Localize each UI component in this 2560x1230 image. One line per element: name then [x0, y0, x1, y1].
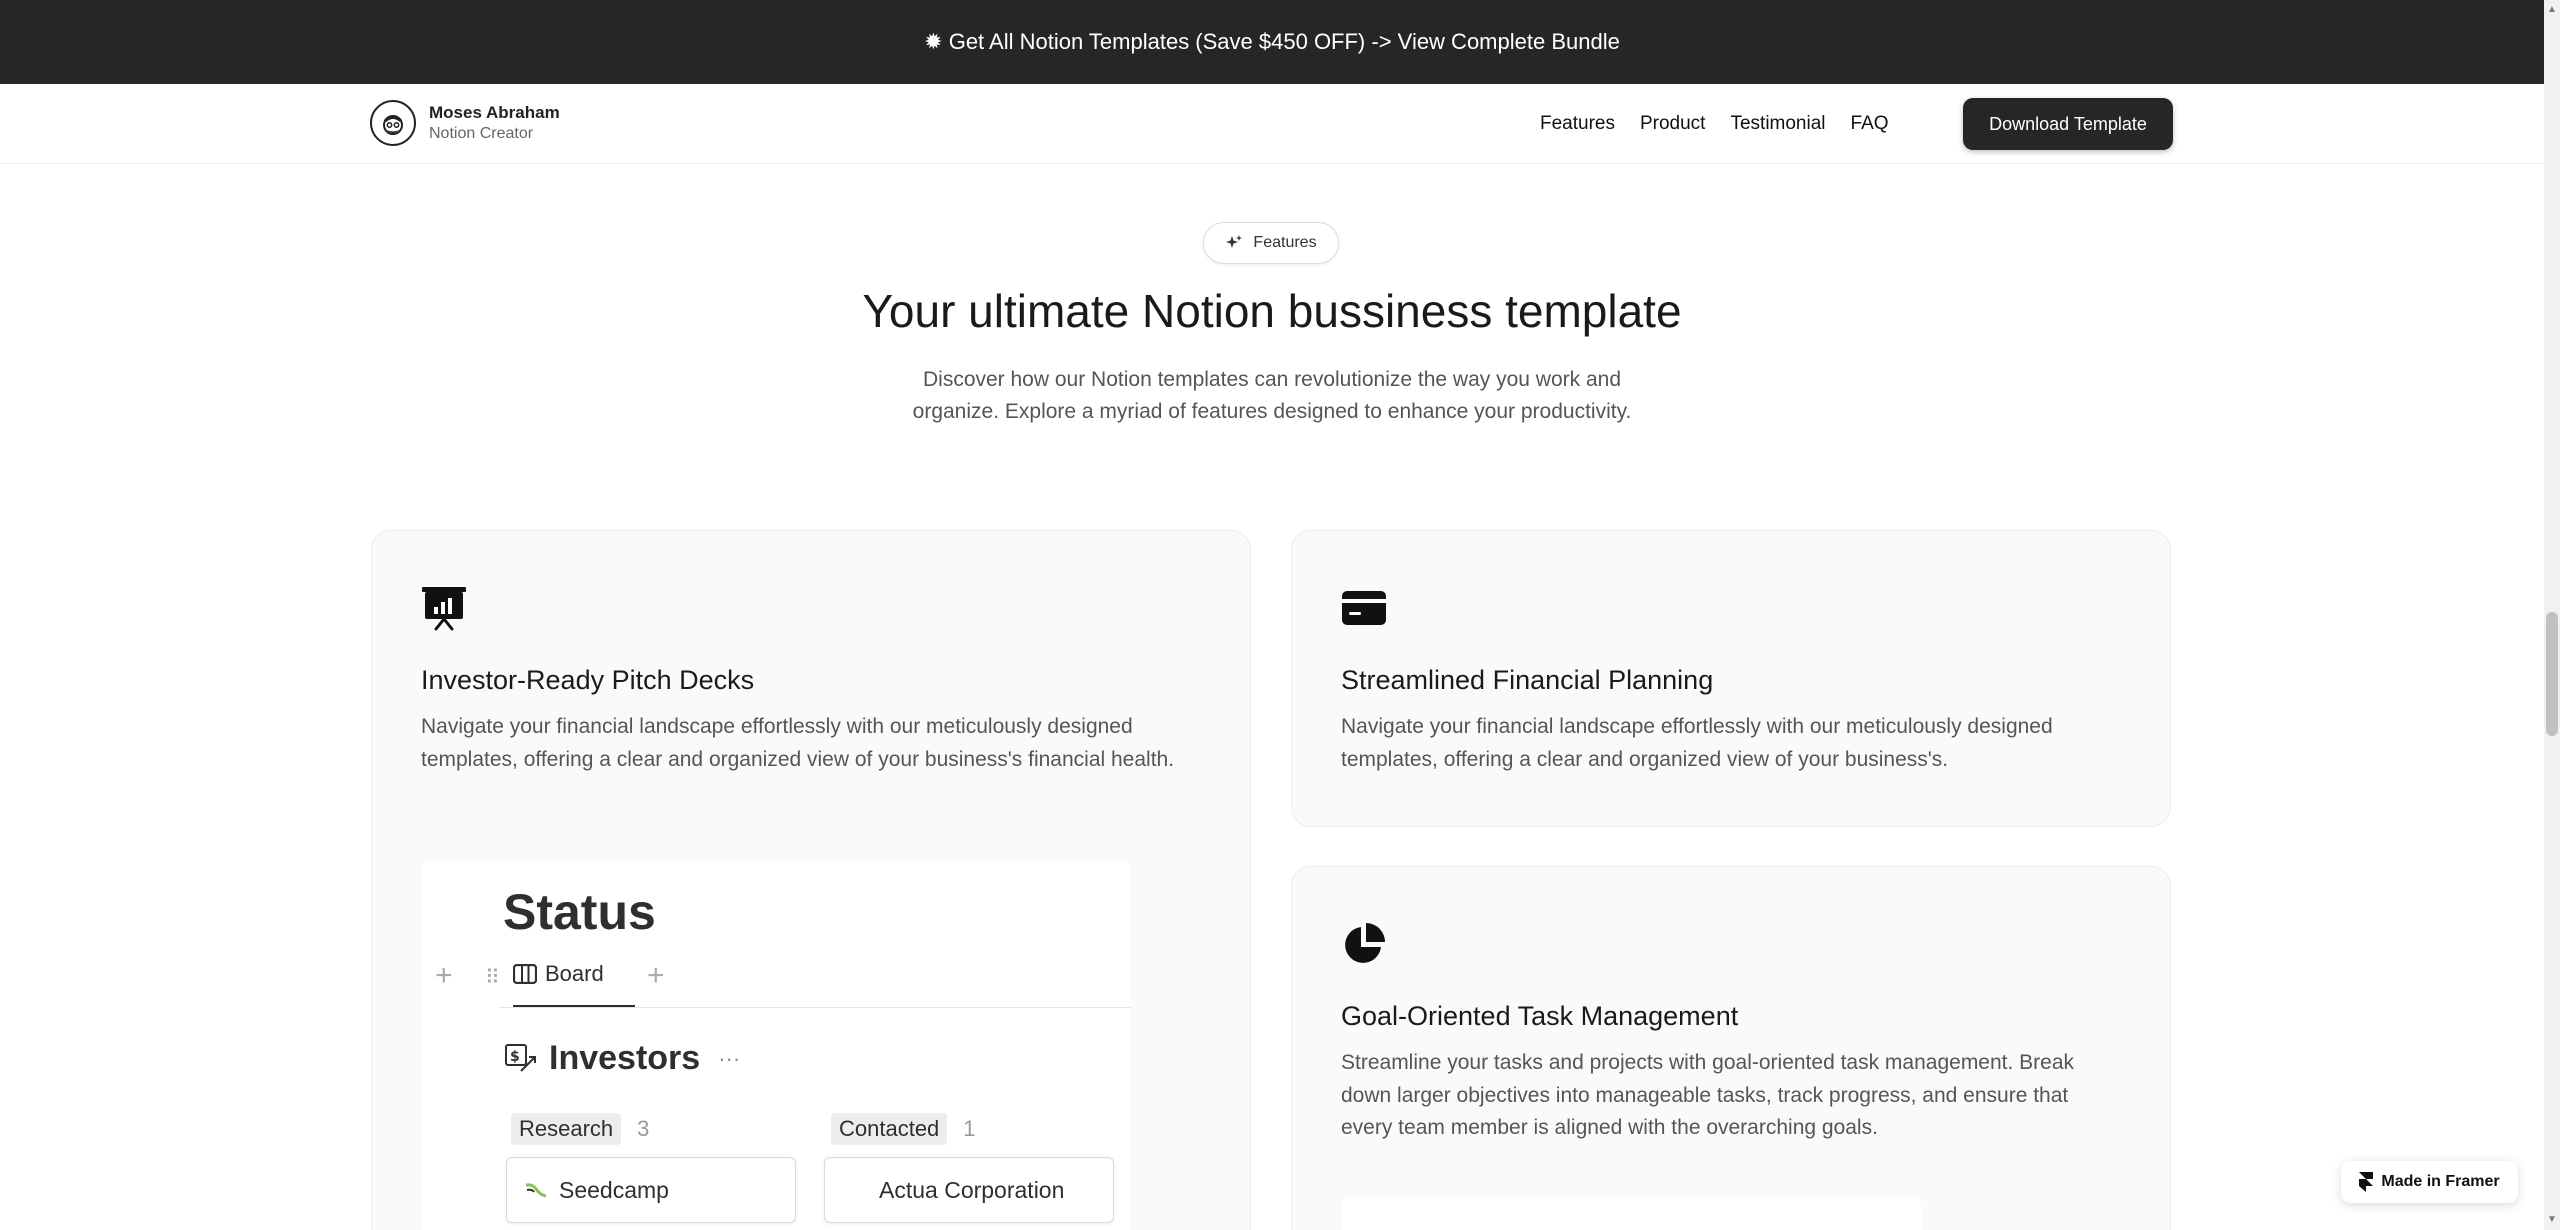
board-column-contacted: Contacted 1 — [831, 1113, 976, 1145]
badge-text: Made in Framer — [2381, 1173, 2500, 1190]
nav-link-testimonial[interactable]: Testimonial — [1730, 113, 1825, 135]
preview-page-title: Status — [503, 884, 656, 940]
sparkles-icon — [1226, 235, 1243, 248]
column-label: Contacted — [831, 1113, 948, 1145]
nav-link-product[interactable]: Product — [1640, 113, 1705, 135]
svg-text:$: $ — [510, 1049, 520, 1065]
avatar-face-icon — [383, 115, 403, 135]
avatar — [370, 100, 416, 146]
section-title: Your ultimate Notion bussiness template — [862, 285, 1682, 337]
database-name: Investors — [549, 1039, 701, 1077]
nav-links: Features Product Testimonial FAQ — [1540, 84, 1889, 164]
drag-handle-icon: ⠿ — [485, 967, 500, 989]
card-text: Navigate your financial landscape effort… — [421, 715, 1175, 771]
scroll-up-arrow-icon[interactable]: ▲ — [2547, 4, 2557, 15]
feature-card-pitch-decks: Investor-Ready Pitch Decks Navigate your… — [371, 530, 1251, 1230]
top-nav: Moses Abraham Notion Creator Features Pr… — [0, 84, 2544, 164]
pill-label: Features — [1253, 234, 1317, 251]
plus-icon: + — [435, 959, 453, 992]
pie-chart-icon — [1345, 923, 1385, 963]
card-name: Seedcamp — [559, 1176, 669, 1203]
task-preview — [1341, 1197, 1921, 1230]
add-view-icon: + — [647, 959, 665, 992]
board-card: Actua Corporation — [824, 1157, 1114, 1223]
scroll-down-arrow-icon[interactable]: ▼ — [2547, 1214, 2557, 1225]
divider — [499, 1007, 1131, 1008]
framer-logo-icon — [2359, 1172, 2374, 1192]
column-label: Research — [511, 1113, 622, 1145]
board-icon — [513, 964, 537, 984]
card-title: Goal-Oriented Task Management — [1341, 1001, 1739, 1031]
feature-card-task-management: Goal-Oriented Task Management Streamline… — [1291, 866, 2171, 1230]
feature-card-financial-planning: Streamlined Financial Planning Navigate … — [1291, 530, 2171, 827]
download-template-button[interactable]: Download Template — [1963, 98, 2173, 150]
presentation-chart-icon — [422, 587, 466, 631]
section-description: Discover how our Notion templates can re… — [912, 368, 1632, 423]
preview-toolbar: + ⠿ Board + — [435, 959, 1131, 1008]
card-text: Navigate your financial landscape effort… — [1341, 715, 2053, 771]
promo-banner[interactable]: ✹ Get All Notion Templates (Save $450 OF… — [0, 0, 2544, 84]
card-title: Investor-Ready Pitch Decks — [421, 665, 755, 695]
made-in-framer-badge[interactable]: Made in Framer — [2341, 1161, 2518, 1203]
card-name: Actua Corporation — [879, 1176, 1065, 1203]
board-column-research: Research 3 — [511, 1113, 649, 1145]
promo-text[interactable]: ✹ Get All Notion Templates (Save $450 OF… — [924, 29, 1620, 55]
more-icon: ··· — [718, 1045, 741, 1071]
column-count: 1 — [963, 1116, 976, 1141]
investors-icon: $ — [505, 1043, 536, 1072]
notion-board-preview: Status + ⠿ Board + $ Investors ··· Resea… — [421, 861, 1131, 1230]
features-pill: Features — [1203, 222, 1339, 264]
scrollbar-thumb[interactable] — [2546, 612, 2558, 736]
card-text: Streamline your tasks and projects with … — [1341, 1051, 2075, 1139]
nav-link-faq[interactable]: FAQ — [1851, 113, 1889, 135]
credit-card-icon — [1342, 591, 1386, 625]
board-card: Seedcamp — [506, 1157, 796, 1223]
brand[interactable]: Moses Abraham Notion Creator — [370, 100, 560, 146]
card-title: Streamlined Financial Planning — [1341, 665, 1714, 695]
tab-board: Board — [513, 961, 604, 987]
tab-board-label: Board — [545, 961, 604, 986]
brand-name: Moses Abraham — [429, 102, 560, 122]
database-title: $ Investors ··· — [503, 1039, 740, 1078]
brand-subtitle: Notion Creator — [429, 124, 534, 142]
column-count: 3 — [637, 1116, 650, 1141]
nav-link-features[interactable]: Features — [1540, 113, 1615, 135]
seedcamp-logo-icon — [525, 1183, 547, 1198]
